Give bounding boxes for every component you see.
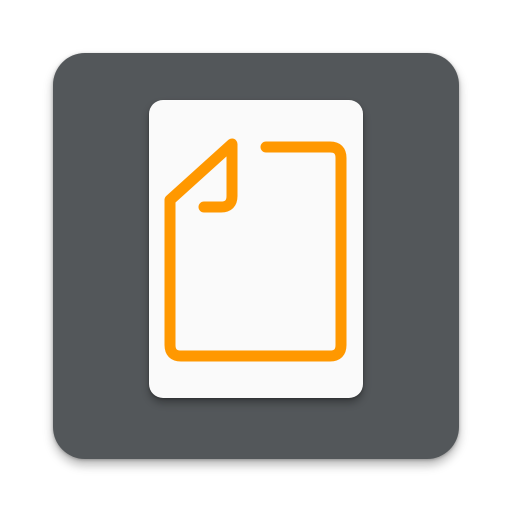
document-icon	[164, 138, 347, 362]
app-icon[interactable]	[0, 0, 512, 512]
document-outline	[164, 138, 347, 362]
